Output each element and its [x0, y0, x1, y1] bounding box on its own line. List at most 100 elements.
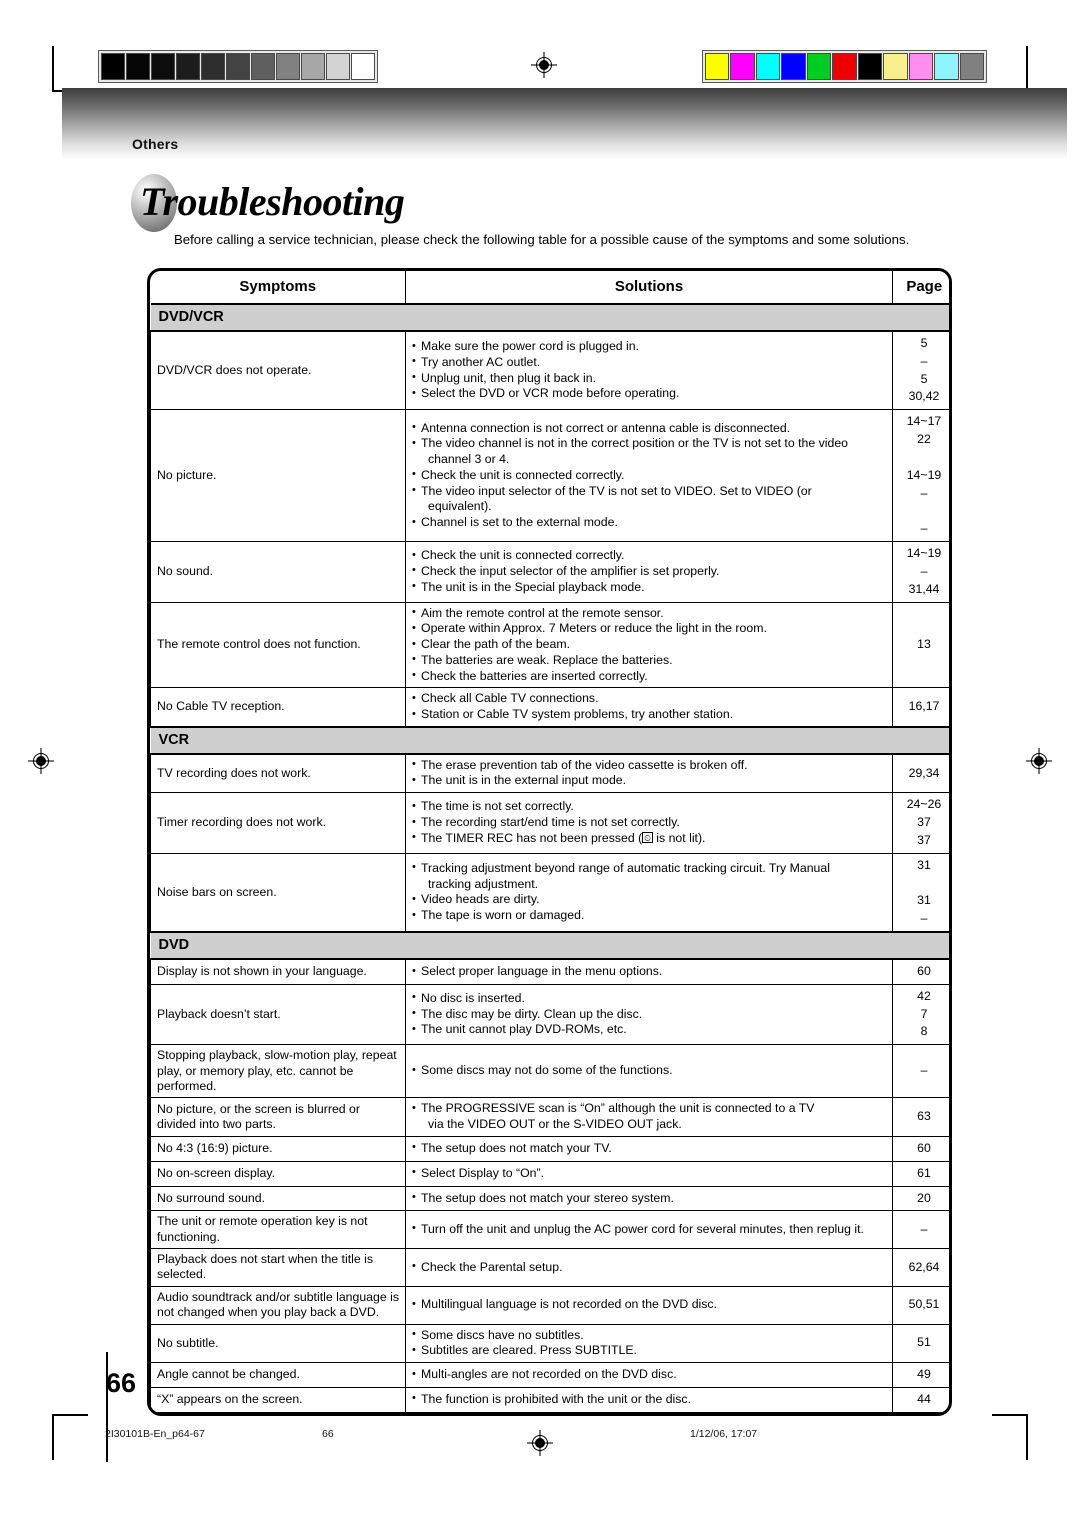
symptom-cell: Audio soundtrack and/or subtitle languag… [150, 1285, 406, 1325]
troubleshooting-table-container: Symptoms Solutions Page DVD/VCR DVD/VCR d… [147, 268, 952, 1416]
troubleshooting-table: Symptoms Solutions Page DVD/VCR DVD/VCR d… [150, 271, 949, 1413]
solution-cell: The setup does not match your stereo sys… [405, 1185, 893, 1212]
registration-mark-icon-top [531, 52, 557, 78]
page-reference-cell: 13 [892, 601, 949, 689]
symptom-cell: The remote control does not function. [150, 601, 406, 689]
solution-item: Subtitles are cleared. Press SUBTITLE. [412, 1343, 886, 1359]
grayscale-swatch-0 [101, 53, 125, 80]
solution-item: The video input selector of the TV is no… [412, 483, 886, 500]
solution-item: The unit cannot play DVD-ROMs, etc. [412, 1022, 886, 1038]
solution-item: No disc is inserted. [412, 990, 886, 1007]
page-reference-cell: 16,17 [892, 687, 949, 728]
footer-page-number: 66 [322, 1428, 334, 1440]
solution-item: The unit is in the external input mode. [412, 773, 886, 789]
solution-item: The setup does not match your TV. [412, 1140, 886, 1157]
solution-item: Check the input selector of the amplifie… [412, 563, 886, 580]
table-row: Playback does not start when the title i… [150, 1248, 949, 1287]
color-swatch-7 [883, 53, 908, 80]
grayscale-swatch-6 [251, 53, 275, 80]
table-row: Display is not shown in your language. Se… [150, 958, 949, 985]
solution-item: The tape is worn or damaged. [412, 908, 886, 924]
table-row: TV recording does not work. The erase pre… [150, 753, 949, 794]
symptom-cell: Display is not shown in your language. [150, 958, 406, 985]
page-number: 66 [106, 1368, 137, 1398]
page-reference-cell: 20 [892, 1185, 949, 1212]
page-reference-cell: 49 [892, 1361, 949, 1388]
table-row: No 4:3 (16:9) picture. The setup does not… [150, 1135, 949, 1162]
solution-item: The setup does not match your stereo sys… [412, 1190, 886, 1207]
solution-item: Antenna connection is not correct or ant… [412, 420, 886, 437]
solution-cell: Multi-angles are not recorded on the DVD… [405, 1361, 893, 1388]
grayscale-swatch-2 [151, 53, 175, 80]
table-section-header-row: VCR [150, 725, 949, 755]
symptom-cell: DVD/VCR does not operate. [150, 330, 406, 411]
grayscale-swatch-1 [126, 53, 150, 80]
symptom-cell: No surround sound. [150, 1185, 406, 1212]
solution-cell: Some discs may not do some of the functi… [405, 1044, 893, 1099]
solution-item: Station or Cable TV system problems, try… [412, 707, 886, 723]
grayscale-swatch-5 [226, 53, 250, 80]
registration-mark-icon-left [28, 748, 54, 774]
solution-cell: The setup does not match your TV. [405, 1135, 893, 1162]
solution-item: Aim the remote control at the remote sen… [412, 605, 886, 622]
solution-item: The disc may be dirty. Clean up the disc… [412, 1006, 886, 1023]
table-row: Angle cannot be changed. Multi-angles are… [150, 1361, 949, 1388]
solution-item: Tracking adjustment beyond range of auto… [412, 860, 886, 877]
symptom-cell: No picture. [150, 409, 406, 543]
page-reference-cell: 61 [892, 1160, 949, 1187]
table-row: “X” appears on the screen. The function i… [150, 1386, 949, 1413]
solution-cell: No disc is inserted.The disc may be dirt… [405, 983, 893, 1046]
table-section-header-row: DVD/VCR [150, 303, 949, 332]
symptom-cell: No on-screen display. [150, 1160, 406, 1187]
table-row: Audio soundtrack and/or subtitle languag… [150, 1285, 949, 1325]
color-swatch-9 [934, 53, 959, 80]
crop-mark-top-right-v [1026, 46, 1028, 92]
timer-rec-icon: ⏲ [642, 832, 653, 844]
page-reference-cell: 29,34 [892, 753, 949, 794]
color-swatch-4 [806, 53, 832, 80]
solution-item: Turn off the unit and unplug the AC powe… [412, 1221, 886, 1238]
solution-item: Video heads are dirty. [412, 892, 886, 908]
page-reference-cell: – [892, 1210, 949, 1250]
solution-cell: Check the Parental setup. [405, 1248, 893, 1287]
solution-item: The video channel is not in the correct … [412, 436, 886, 452]
color-swatch-6 [857, 53, 883, 80]
solution-cell: Multilingual language is not recorded on… [405, 1285, 893, 1325]
page-reference-cell: 62,64 [892, 1248, 949, 1287]
color-calibration-strip [702, 50, 987, 83]
solution-item: Multilingual language is not recorded on… [412, 1297, 886, 1313]
solution-cell: Check all Cable TV connections.Station o… [405, 687, 893, 728]
table-header-row: Symptoms Solutions Page [150, 271, 949, 305]
symptom-cell: The unit or remote operation key is not … [150, 1210, 406, 1250]
solution-item: Check the Parental setup. [412, 1259, 886, 1276]
solution-item: Try another AC outlet. [412, 354, 886, 371]
column-header-symptoms: Symptoms [150, 271, 406, 305]
solution-item: Select Display to “On”. [412, 1165, 886, 1182]
solution-cell: Turn off the unit and unplug the AC powe… [405, 1210, 893, 1250]
page-reference-cell: 63 [892, 1097, 949, 1137]
color-swatch-1 [730, 53, 755, 80]
registration-mark-icon-right [1026, 748, 1052, 774]
page-reference-cell: 60 [892, 958, 949, 985]
table-row: Playback doesn’t start.No disc is insert… [150, 983, 949, 1046]
crop-mark-bottom-right-v [1026, 1414, 1028, 1460]
solution-cell: The erase prevention tab of the video ca… [405, 753, 893, 794]
solution-cell: Select Display to “On”. [405, 1160, 893, 1187]
page-reference-cell: – [892, 1044, 949, 1099]
color-swatch-2 [755, 53, 781, 80]
solution-item: The TIMER REC has not been pressed (⏲ is… [412, 830, 886, 847]
solution-item: Select proper language in the menu optio… [412, 964, 886, 980]
page-reference-cell: 60 [892, 1135, 949, 1162]
table-body: DVD/VCRDVD/VCR does not operate.Make sur… [150, 303, 949, 1413]
symptom-cell: No picture, or the screen is blurred or … [150, 1097, 406, 1137]
grayscale-swatch-7 [276, 53, 300, 80]
color-swatch-0 [705, 53, 730, 80]
page-title: Troubleshooting [140, 179, 405, 224]
solution-cell: Some discs have no subtitles.Subtitles a… [405, 1323, 893, 1363]
grayscale-swatch-8 [301, 53, 325, 80]
symptom-cell: No 4:3 (16:9) picture. [150, 1135, 406, 1162]
symptom-cell: “X” appears on the screen. [150, 1386, 406, 1413]
solution-item: The function is prohibited with the unit… [412, 1391, 886, 1408]
solution-cell: Antenna connection is not correct or ant… [405, 409, 893, 543]
table-row: The remote control does not function. Aim… [150, 601, 949, 689]
